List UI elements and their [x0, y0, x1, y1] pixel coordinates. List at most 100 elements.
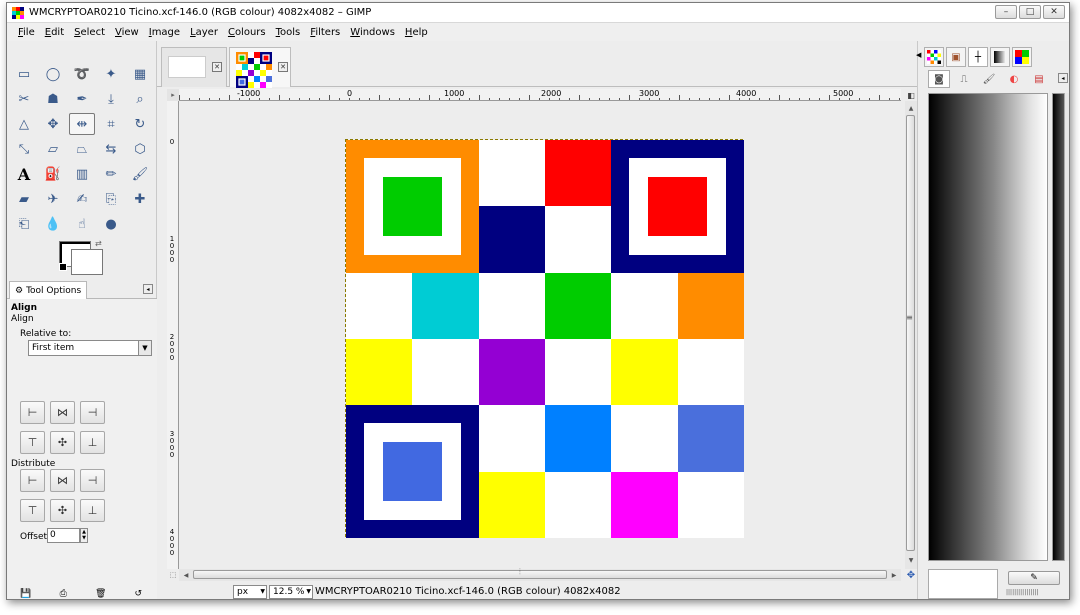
- offset-input[interactable]: 0: [47, 528, 80, 543]
- text-tool-icon[interactable]: A: [11, 163, 37, 185]
- gradient-preview[interactable]: [928, 93, 1048, 561]
- zoom-select[interactable]: 12.5 % ▼: [269, 585, 313, 599]
- vertical-scroll-thumb[interactable]: [906, 115, 915, 551]
- scroll-right-icon[interactable]: ▶: [889, 570, 899, 580]
- align-center-button[interactable]: ⋈: [50, 401, 75, 424]
- align-left-button[interactable]: ⊢: [20, 401, 45, 424]
- dodge-burn-tool-icon[interactable]: ●: [98, 213, 124, 235]
- swap-colors-icon[interactable]: ⇄: [95, 239, 102, 248]
- close-icon[interactable]: ✕: [212, 62, 222, 72]
- align-top-button[interactable]: ⊤: [20, 431, 45, 454]
- ellipse-select-tool-icon[interactable]: ◯: [40, 63, 66, 85]
- menu-image[interactable]: Image: [144, 27, 185, 38]
- vertical-scrollbar[interactable]: ▲ ≡ ▼: [905, 101, 917, 569]
- free-select-tool-icon[interactable]: ➰: [69, 63, 95, 85]
- scissors-tool-icon[interactable]: ✂: [11, 88, 37, 110]
- ruler-corner[interactable]: ▸: [167, 89, 179, 101]
- tab-images[interactable]: ▣: [946, 47, 966, 67]
- rect-select-tool-icon[interactable]: ▭: [11, 63, 37, 85]
- tab-palette-editor[interactable]: ▤: [1028, 70, 1050, 88]
- image-tab-2[interactable]: ✕: [229, 47, 291, 88]
- color-picker-tool-icon[interactable]: ⤓: [98, 88, 124, 110]
- distribute-left-button[interactable]: ⊢: [20, 469, 45, 492]
- fuzzy-select-tool-icon[interactable]: ✦: [98, 63, 124, 85]
- restore-options-icon[interactable]: ⎙: [58, 588, 69, 599]
- cage-transform-tool-icon[interactable]: ⬡: [127, 138, 153, 160]
- scroll-up-icon[interactable]: ▲: [906, 103, 916, 113]
- image-canvas[interactable]: [345, 139, 744, 538]
- chevron-left-icon[interactable]: ◀: [916, 51, 921, 59]
- menu-layer[interactable]: Layer: [185, 27, 223, 38]
- flip-tool-icon[interactable]: ⇆: [98, 138, 124, 160]
- airbrush-tool-icon[interactable]: ✈: [40, 188, 66, 210]
- unit-select[interactable]: px ▼: [233, 585, 267, 599]
- menu-file[interactable]: File: [13, 27, 40, 38]
- tab-menu-icon[interactable]: ◂: [143, 284, 153, 294]
- horizontal-scroll-thumb[interactable]: [193, 570, 887, 579]
- crop-tool-icon[interactable]: ⌗: [98, 113, 124, 135]
- paintbrush-tool-icon[interactable]: 🖌: [127, 163, 153, 185]
- zoom-tool-icon[interactable]: ⌕: [127, 88, 153, 110]
- delete-options-icon[interactable]: 🗑: [95, 588, 106, 599]
- shear-tool-icon[interactable]: ▱: [40, 138, 66, 160]
- horizontal-scrollbar[interactable]: ◀ ⦙ ▶: [179, 567, 901, 581]
- eraser-tool-icon[interactable]: ▰: [11, 188, 37, 210]
- pencil-tool-icon[interactable]: ✏: [98, 163, 124, 185]
- distribute-middle-button[interactable]: ✣: [50, 499, 75, 522]
- background-color[interactable]: [71, 249, 103, 275]
- foreground-select-tool-icon[interactable]: ☗: [40, 88, 66, 110]
- default-colors-icon[interactable]: [59, 263, 67, 271]
- align-tool-icon[interactable]: ⇹: [69, 113, 95, 135]
- align-middle-button[interactable]: ✣: [50, 431, 75, 454]
- tab-tool-options[interactable]: ⚙ Tool Options: [9, 281, 88, 299]
- distribute-top-button[interactable]: ⊤: [20, 499, 45, 522]
- relative-to-select[interactable]: First item ▼: [28, 340, 152, 356]
- menu-edit[interactable]: Edit: [40, 27, 69, 38]
- menu-select[interactable]: Select: [69, 27, 110, 38]
- save-options-icon[interactable]: 💾: [20, 588, 31, 599]
- bucket-fill-tool-icon[interactable]: ⛽: [40, 163, 66, 185]
- dock-scrollbar[interactable]: [1064, 93, 1069, 561]
- edit-button[interactable]: ✎: [1008, 571, 1060, 585]
- align-right-button[interactable]: ⊣: [80, 401, 105, 424]
- close-button[interactable]: ✕: [1043, 5, 1065, 19]
- tab-brush-size[interactable]: ┼: [968, 47, 988, 67]
- scale-tool-icon[interactable]: ⤡: [11, 138, 37, 160]
- move-tool-icon[interactable]: ✥: [40, 113, 66, 135]
- tab-colors[interactable]: ◐: [1003, 70, 1025, 88]
- scroll-down-icon[interactable]: ▼: [906, 555, 916, 565]
- menu-view[interactable]: View: [110, 27, 144, 38]
- distribute-bottom-button[interactable]: ⊥: [80, 499, 105, 522]
- tab-menu-icon[interactable]: ◂: [1058, 73, 1068, 83]
- blend-tool-icon[interactable]: ▥: [69, 163, 95, 185]
- smudge-tool-icon[interactable]: ☝: [69, 213, 95, 235]
- navigate-icon[interactable]: ✥: [905, 569, 917, 581]
- image-tab-1[interactable]: ✕: [161, 47, 227, 87]
- quick-mask-icon[interactable]: ⬚: [167, 569, 179, 581]
- menu-colours[interactable]: Colours: [223, 27, 271, 38]
- tab-palettes[interactable]: [1012, 47, 1032, 67]
- clone-tool-icon[interactable]: ⎘: [98, 188, 124, 210]
- paths-tool-icon[interactable]: ✒: [69, 88, 95, 110]
- distribute-center-button[interactable]: ⋈: [50, 469, 75, 492]
- zoom-image-when-window-size-changes-icon[interactable]: ◧: [905, 89, 917, 101]
- rotate-tool-icon[interactable]: ↻: [127, 113, 153, 135]
- blur-sharpen-tool-icon[interactable]: 💧: [40, 213, 66, 235]
- scroll-left-icon[interactable]: ◀: [181, 570, 191, 580]
- measure-tool-icon[interactable]: △: [11, 113, 37, 135]
- tab-brushes[interactable]: 🖌: [978, 70, 1000, 88]
- tab-patterns[interactable]: [924, 47, 944, 67]
- offset-spinner[interactable]: ▲ ▼: [80, 528, 88, 543]
- horizontal-ruler[interactable]: -1000 0 1000 2000 3000 4000 5000: [179, 89, 901, 101]
- menu-windows[interactable]: Windows: [345, 27, 400, 38]
- canvas-view[interactable]: [179, 101, 901, 569]
- perspective-clone-tool-icon[interactable]: ⎗: [11, 213, 37, 235]
- menu-filters[interactable]: Filters: [305, 27, 345, 38]
- menu-tools[interactable]: Tools: [271, 27, 306, 38]
- vertical-ruler[interactable]: 0 1000 2000 3000 4000: [167, 101, 179, 569]
- maximize-button[interactable]: □: [1019, 5, 1041, 19]
- distribute-right-button[interactable]: ⊣: [80, 469, 105, 492]
- menu-help[interactable]: Help: [400, 27, 433, 38]
- tab-undo-history[interactable]: ⎍: [953, 70, 975, 88]
- tab-device-status[interactable]: ◙: [928, 70, 950, 88]
